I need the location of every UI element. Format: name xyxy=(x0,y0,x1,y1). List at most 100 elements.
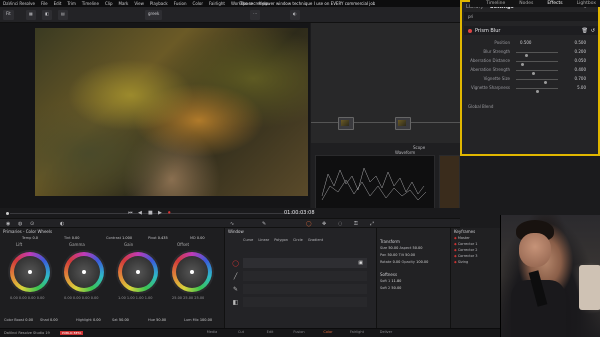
primaries-top-control[interactable]: Contrast 1.000 xyxy=(106,236,132,240)
tracker-icon[interactable]: ✥ xyxy=(322,221,326,227)
window-tool-curve[interactable]: Curve xyxy=(243,238,253,242)
sizing-icon[interactable]: ⤢ xyxy=(370,221,374,227)
tab-timeline[interactable]: Timeline xyxy=(486,1,505,6)
window-list-row-3[interactable] xyxy=(243,284,367,294)
primaries-bottom-control[interactable]: Highlight 0.00 xyxy=(76,318,101,322)
page-tab-edit[interactable]: Edit xyxy=(258,330,282,334)
window-tool-linear[interactable]: Linear xyxy=(258,238,269,242)
window-list-row-4[interactable] xyxy=(243,297,367,307)
tab-effects[interactable]: Effects xyxy=(547,1,562,6)
primaries-bottom-control[interactable]: Sat 50.00 xyxy=(112,318,129,322)
param-value-x[interactable]: 0.500 xyxy=(520,40,531,45)
highlight-button[interactable]: ◐ xyxy=(290,10,300,20)
keyframe-diamond-icon[interactable]: ◆ xyxy=(454,236,457,240)
keyframe-diamond-icon[interactable]: ◆ xyxy=(454,242,457,246)
lift-wheel-puck[interactable] xyxy=(28,270,32,274)
primaries-top-control[interactable]: Temp 0.0 xyxy=(22,236,38,240)
window-list-row-1[interactable]: ▣ xyxy=(243,258,367,268)
circle-window-icon[interactable]: ◯ xyxy=(231,259,240,268)
transform-value[interactable]: 50.00 xyxy=(405,253,415,257)
param-row[interactable]: Aberration Distance 0.050 xyxy=(464,57,598,66)
menu-item-playback[interactable]: Playback xyxy=(150,1,168,6)
page-tab-color[interactable]: Color xyxy=(316,330,340,334)
window-enable-checkbox[interactable]: ▣ xyxy=(358,260,363,266)
keyframe-diamond-icon[interactable]: ◆ xyxy=(454,248,457,252)
effects-search-input[interactable]: pri xyxy=(464,12,598,21)
keyframe-row[interactable]: ◆ Corrector 2 xyxy=(454,248,478,252)
control-value[interactable]: 50.00 xyxy=(119,318,129,322)
keyframe-row[interactable]: ◆ Master xyxy=(454,236,470,240)
menu-item-edit[interactable]: Edit xyxy=(54,1,62,6)
node-serial-2[interactable] xyxy=(395,117,411,130)
gamma-wheel[interactable] xyxy=(64,252,104,292)
tab-lightbox[interactable]: Lightbox xyxy=(577,1,596,6)
camera-raw-icon[interactable]: ◉ xyxy=(6,221,10,227)
param-value[interactable]: 0.700 xyxy=(575,76,586,81)
fx-enable-toggle[interactable] xyxy=(468,28,472,33)
loop-button[interactable]: ⏺ xyxy=(168,210,171,216)
luts-button[interactable]: ◧ xyxy=(42,10,52,20)
video-frame[interactable] xyxy=(35,28,308,196)
primaries-top-control[interactable]: Tint 0.00 xyxy=(64,236,80,240)
control-value[interactable]: 0.00 xyxy=(25,318,33,322)
reset-icon[interactable]: ↺ xyxy=(591,28,595,34)
window-tool-gradient[interactable]: Gradient xyxy=(308,238,323,242)
control-value[interactable]: 0.00 xyxy=(50,318,58,322)
page-tab-cut[interactable]: Cut xyxy=(229,330,253,334)
control-value[interactable]: 0.0 xyxy=(32,236,38,240)
play-button[interactable]: ▶ xyxy=(158,210,162,216)
global-blend-section[interactable]: Global Blend xyxy=(468,104,493,109)
node-editor[interactable] xyxy=(311,23,460,143)
window-tool-circle[interactable]: Circle xyxy=(293,238,303,242)
color-wheels-icon[interactable]: ⊙ xyxy=(30,221,34,227)
control-value[interactable]: 0.00 xyxy=(93,318,101,322)
media-pool-button[interactable]: ▤ xyxy=(58,10,68,20)
transform-value[interactable]: 100.00 xyxy=(416,260,428,264)
control-value[interactable]: 0.435 xyxy=(158,236,168,240)
key-icon[interactable]: ⚿ xyxy=(354,221,358,227)
stop-button[interactable]: ■ xyxy=(148,210,153,216)
lift-wheel[interactable] xyxy=(10,252,50,292)
softness-value[interactable]: 50.00 xyxy=(391,286,401,290)
menu-item-fusion[interactable]: Fusion xyxy=(174,1,187,6)
blur-icon[interactable]: ◌ xyxy=(338,221,342,227)
trash-icon[interactable]: 🗑 xyxy=(582,28,588,34)
param-slider[interactable] xyxy=(516,79,558,84)
tab-nodes[interactable]: Nodes xyxy=(519,1,533,6)
control-value[interactable]: 0.00 xyxy=(72,236,80,240)
page-tab-media[interactable]: Media xyxy=(200,330,224,334)
window-tool-polygon[interactable]: Polygon xyxy=(274,238,288,242)
param-slider[interactable] xyxy=(516,52,558,57)
keyframe-row[interactable]: ◆ Sizing xyxy=(454,260,468,264)
hdr-icon[interactable]: ◐ xyxy=(60,221,64,227)
fit-dropdown[interactable]: Fit xyxy=(3,10,14,20)
control-value[interactable]: 50.00 xyxy=(156,318,166,322)
page-tab-fairlight[interactable]: Fairlight xyxy=(345,330,369,334)
keyframe-row[interactable]: ◆ Corrector 1 xyxy=(454,242,478,246)
keyframe-diamond-icon[interactable]: ◆ xyxy=(454,254,457,258)
param-value[interactable]: 0.050 xyxy=(575,58,586,63)
menu-item-trim[interactable]: Trim xyxy=(67,1,76,6)
param-slider[interactable] xyxy=(516,61,558,66)
param-row[interactable]: Vignette Size 0.700 xyxy=(464,75,598,84)
primaries-bottom-control[interactable]: Hue 50.00 xyxy=(148,318,166,322)
gain-wheel-puck[interactable] xyxy=(136,270,140,274)
offset-wheel-puck[interactable] xyxy=(190,270,194,274)
pen-window-icon[interactable]: ✎ xyxy=(231,285,240,294)
menu-item-fairlight[interactable]: Fairlight xyxy=(209,1,225,6)
offset-wheel[interactable] xyxy=(172,252,212,292)
gallery-button[interactable]: ▦ xyxy=(26,10,36,20)
param-value[interactable]: 0.500 xyxy=(575,40,586,45)
control-value[interactable]: 100.00 xyxy=(200,318,212,322)
menu-item-file[interactable]: File xyxy=(41,1,48,6)
transform-value[interactable]: 50.00 xyxy=(387,253,397,257)
play-reverse-button[interactable]: ◀ xyxy=(138,210,142,216)
keyframe-diamond-icon[interactable]: ◆ xyxy=(454,260,457,264)
jump-start-button[interactable]: ⏮ xyxy=(128,210,133,216)
primaries-top-control[interactable]: Pivot 0.435 xyxy=(148,236,168,240)
viewer-options-button[interactable]: ⋯ xyxy=(250,10,260,20)
primaries-top-control[interactable]: MD 0.00 xyxy=(190,236,205,240)
menu-item-timeline[interactable]: Timeline xyxy=(82,1,99,6)
primaries-bottom-control[interactable]: Shad 0.00 xyxy=(40,318,58,322)
param-row[interactable]: Vignette Sharpness 5.00 xyxy=(464,84,598,93)
